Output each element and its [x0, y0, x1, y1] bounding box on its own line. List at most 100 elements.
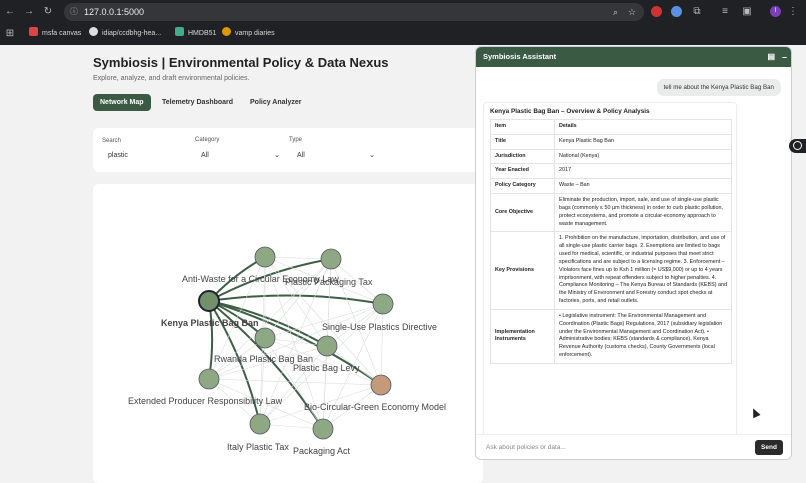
- row-value: 2017: [554, 163, 732, 180]
- menu-icon[interactable]: ⋮: [786, 5, 800, 19]
- graph-edge: [208, 294, 384, 305]
- graph-faint-edge: [264, 256, 328, 347]
- column-header: Details: [554, 119, 732, 135]
- graph-node[interactable]: [254, 327, 276, 349]
- row-key: Key Provisions: [490, 231, 555, 310]
- extension-circle-icon: [793, 141, 802, 150]
- assistant-answer: Kenya Plastic Bag Ban – Overview & Polic…: [483, 102, 737, 459]
- apps-icon[interactable]: ⊞: [3, 27, 17, 41]
- graph-node[interactable]: [198, 368, 220, 390]
- page-title: Symbiosis | Environmental Policy & Data …: [93, 55, 389, 70]
- extensions-icon[interactable]: ⧉: [690, 5, 704, 19]
- zoom-icon[interactable]: ⌕: [613, 3, 618, 21]
- type-value: All: [297, 152, 305, 159]
- column-header: Item: [490, 119, 555, 135]
- media-icon[interactable]: ≡: [718, 5, 732, 19]
- row-value: Kenya Plastic Bag Ban: [554, 133, 732, 150]
- bookmark-favicon-icon: [175, 27, 184, 36]
- table-row: Core Objective Eliminate the production, …: [490, 193, 732, 233]
- side-extension-tab[interactable]: [789, 139, 806, 153]
- site-info-icon[interactable]: ⓘ: [70, 3, 78, 21]
- row-key: Core Objective: [490, 193, 555, 233]
- bookmark-label: vamp diaries: [235, 30, 275, 37]
- bookmark-vamp[interactable]: vamp diaries: [222, 27, 275, 40]
- minimize-icon[interactable]: –: [782, 47, 787, 67]
- search-label: Search: [102, 138, 122, 144]
- row-key: Implementation Instruments: [490, 308, 555, 364]
- graph-node[interactable]: [316, 335, 338, 357]
- document-icon[interactable]: ▤: [767, 47, 775, 67]
- bookmark-favicon-icon: [222, 27, 231, 36]
- row-value: Waste – Ban: [554, 178, 732, 195]
- answer-title: Kenya Plastic Bag Ban – Overview & Polic…: [490, 108, 650, 115]
- graph-node-label: Kenya Plastic Bag Ban: [161, 318, 259, 328]
- table-row: Policy Category Waste – Ban: [490, 178, 732, 195]
- assistant-header: Symbiosis Assistant ▤ –: [476, 47, 791, 67]
- tab-telemetry-dashboard[interactable]: Telemetry Dashboard: [155, 94, 240, 111]
- chat-input-bar: Ask about policies or data... Send: [476, 434, 791, 459]
- assistant-title: Symbiosis Assistant: [483, 52, 557, 61]
- address-bar[interactable]: ⓘ 127.0.0.1:5000 ⌕ ☆: [64, 3, 644, 21]
- graph-node[interactable]: [254, 246, 276, 268]
- bookmark-star-icon[interactable]: ☆: [628, 3, 636, 21]
- back-icon[interactable]: ←: [3, 5, 17, 19]
- graph-node-label: Single-Use Plastics Directive: [322, 322, 437, 332]
- row-value: 1. Prohibition on the manufacture, impor…: [554, 231, 732, 310]
- table-row: Implementation Instruments • Legislative …: [490, 308, 732, 364]
- tab-network-map[interactable]: Network Map: [93, 94, 151, 111]
- forward-icon[interactable]: →: [22, 5, 36, 19]
- graph-node[interactable]: [370, 374, 392, 396]
- network-graph[interactable]: Kenya Plastic Bag BanAnti-Waste for a Ci…: [93, 184, 483, 483]
- tab-policy-analyzer[interactable]: Policy Analyzer: [243, 94, 309, 111]
- bookmark-label: msfa canvas: [42, 30, 82, 37]
- bookmark-label: HMDB51: [188, 30, 217, 37]
- url-text: 127.0.0.1:5000: [84, 7, 145, 17]
- graph-node[interactable]: [249, 413, 271, 435]
- category-value: All: [201, 152, 209, 159]
- network-map-canvas[interactable]: Kenya Plastic Bag Ban Anti-Waste for a Ci…: [93, 184, 483, 483]
- graph-node[interactable]: [312, 418, 334, 440]
- graph-node[interactable]: [320, 248, 342, 270]
- table-row: Key Provisions 1. Prohibition on the manu…: [490, 231, 732, 310]
- bookmark-idiap[interactable]: idiap/ccdbhg-hea...: [89, 27, 161, 40]
- extension-abp-icon[interactable]: [651, 6, 662, 17]
- row-value: • Legislative instrument: The Environmen…: [554, 308, 732, 364]
- bookmark-favicon-icon: [29, 27, 38, 36]
- search-input[interactable]: plastic: [102, 149, 190, 164]
- extension-blue-icon[interactable]: [671, 6, 682, 17]
- type-select[interactable]: All ⌄: [291, 149, 378, 164]
- chat-input[interactable]: Ask about policies or data...: [486, 441, 566, 455]
- graph-node-label: Italy Plastic Tax: [227, 442, 289, 452]
- graph-faint-edge: [322, 345, 328, 430]
- reload-icon[interactable]: ↻: [41, 5, 55, 19]
- category-label: Category: [195, 137, 220, 143]
- graph-faint-edge: [380, 303, 384, 386]
- bookmark-hmdb51[interactable]: HMDB51: [175, 27, 216, 40]
- row-value: National (Kenya): [554, 148, 732, 165]
- graph-node-label: Plastic Packaging Tax: [285, 277, 373, 287]
- graph-node-label: Extended Producer Responsibility Law: [128, 396, 283, 406]
- category-select[interactable]: All ⌄: [195, 149, 283, 164]
- github-icon: [89, 27, 98, 36]
- row-key: Year Enacted: [490, 163, 555, 180]
- bookmark-msfa[interactable]: msfa canvas: [29, 27, 81, 40]
- chevron-down-icon: ⌄: [274, 152, 280, 159]
- policy-table: Item Details Title Kenya Plastic Bag Ban …: [490, 119, 732, 364]
- send-button[interactable]: Send: [755, 440, 783, 455]
- graph-node-label: Bio-Circular-Green Economy Model: [304, 402, 446, 412]
- type-label: Type: [289, 137, 303, 143]
- user-message: tell me about the Kenya Plastic Bag Ban: [656, 79, 781, 96]
- row-key: Jurisdiction: [490, 148, 555, 165]
- profile-avatar[interactable]: I: [770, 6, 781, 17]
- page-subtitle: Explore, analyze, and draft environmenta…: [93, 75, 250, 82]
- bookmark-label: idiap/ccdbhg-hea...: [102, 30, 162, 37]
- graph-node[interactable]: [372, 293, 394, 315]
- table-row: Title Kenya Plastic Bag Ban: [490, 133, 732, 150]
- graph-node[interactable]: [198, 290, 220, 312]
- graph-faint-edge: [264, 337, 324, 430]
- graph-node-label: Plastic Bag Levy: [293, 363, 360, 373]
- table-header-row: Item Details: [490, 119, 732, 135]
- sidepanel-icon[interactable]: ▣: [740, 5, 754, 19]
- chevron-down-icon: ⌄: [369, 152, 375, 159]
- graph-node-label: Packaging Act: [293, 446, 351, 456]
